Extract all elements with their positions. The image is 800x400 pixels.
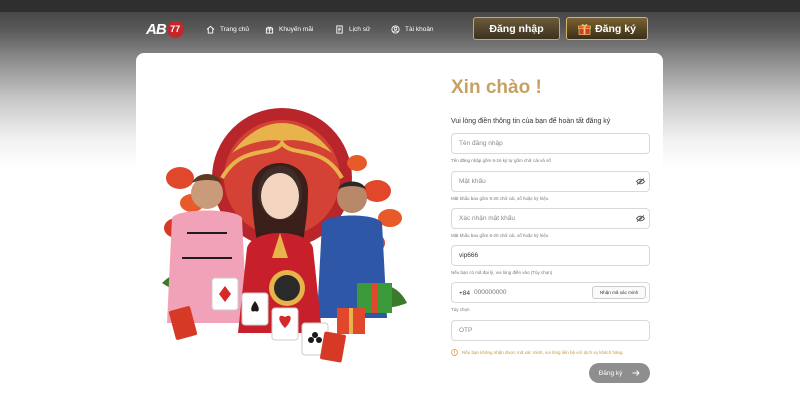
otp-notice-text: Nếu bạn không nhận được mã xác minh, vui… (462, 350, 623, 355)
warning-icon (451, 349, 458, 356)
eye-off-icon[interactable] (636, 178, 645, 185)
confirm-password-input[interactable] (451, 208, 650, 229)
promo-artwork (162, 108, 407, 363)
gift-icon (265, 26, 274, 34)
confirm-password-hint: Mật khẩu bao gồm 8-20 chữ cái, số hoặc k… (451, 233, 549, 238)
verify-button-label: Nhận mã xác minh (599, 290, 639, 295)
login-button-label: Đăng nhập (489, 22, 544, 35)
nav-promotions[interactable]: Khuyến mãi (265, 22, 313, 36)
phone-prefix: +84 (459, 290, 471, 297)
logo-badge: 77 (166, 20, 184, 38)
nav-history-label: Lịch sử (349, 25, 371, 33)
submit-label: Đăng ký (598, 369, 623, 377)
username-hint: Tên đăng nhập gồm 6-16 ký tự gồm chữ cái… (451, 158, 551, 163)
get-verification-code-button[interactable]: Nhận mã xác minh (592, 286, 646, 299)
arrow-right-icon (632, 370, 641, 376)
form-title: Xin chào ! (451, 77, 542, 98)
password-input[interactable] (451, 171, 650, 192)
register-button-label: Đăng ký (595, 22, 636, 35)
nav-promotions-label: Khuyến mãi (279, 25, 314, 33)
nav-home-label: Trang chủ (220, 25, 250, 33)
submit-register-button[interactable]: Đăng ký (589, 363, 650, 383)
username-input[interactable] (451, 133, 650, 154)
nav-home[interactable]: Trang chủ (206, 22, 249, 36)
referral-code-input[interactable] (451, 245, 650, 266)
password-hint: Mật khẩu bao gồm 8-20 chữ cái, số hoặc k… (451, 196, 549, 201)
referral-hint: Nếu bạn có mã đại lý, vui lòng điền vào … (451, 270, 553, 275)
nav-history[interactable]: Lịch sử (335, 22, 370, 36)
otp-input[interactable] (451, 320, 650, 341)
top-strip (0, 0, 800, 12)
brand-logo[interactable]: AB 77 (146, 18, 190, 40)
register-button[interactable]: Đăng ký (566, 17, 648, 40)
phone-hint: Tùy chọn (451, 307, 470, 312)
home-icon (206, 25, 215, 34)
header-nav: AB 77 Trang chủ Khuyến mãi Lịch sử Tài k… (0, 12, 800, 46)
login-button[interactable]: Đăng nhập (473, 17, 560, 40)
otp-notice: Nếu bạn không nhận được mã xác minh, vui… (451, 349, 651, 356)
nav-account[interactable]: Tài khoản (391, 22, 434, 36)
register-card: Xin chào ! Vui lòng điền thông tin của b… (136, 53, 663, 400)
history-icon (336, 24, 343, 34)
gift-box-icon (578, 23, 591, 35)
phone-input[interactable] (474, 283, 589, 302)
user-icon (391, 24, 400, 34)
nav-account-label: Tài khoản (405, 25, 434, 33)
form-subtitle: Vui lòng điền thông tin của bạn để hoàn … (451, 118, 611, 125)
logo-text: AB (146, 20, 167, 38)
phone-field[interactable]: +84 Nhận mã xác minh (451, 282, 650, 303)
eye-off-icon[interactable] (636, 215, 645, 222)
